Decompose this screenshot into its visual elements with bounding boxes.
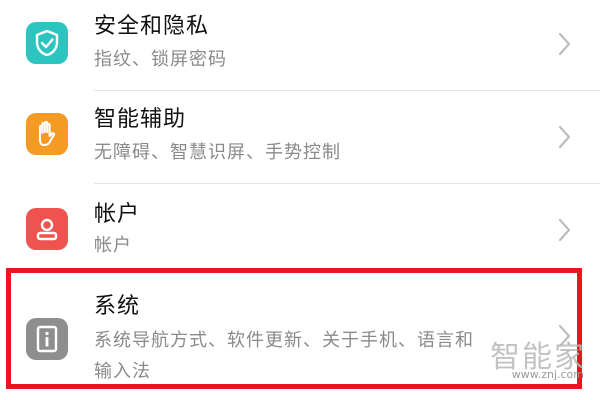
settings-item-title: 系统: [94, 294, 141, 319]
chevron-right-icon: [558, 125, 571, 149]
shield-check-icon: [26, 22, 68, 64]
settings-item-title: 智能辅助: [94, 107, 187, 132]
settings-item-account[interactable]: 帐户 帐户: [0, 184, 600, 266]
settings-item-subtitle: 系统导航方式、软件更新、关于手机、语言和: [94, 330, 474, 351]
settings-item-title: 安全和隐私: [94, 14, 210, 39]
settings-item-subtitle-continued: 输入法: [94, 361, 151, 382]
chevron-right-icon: [558, 32, 571, 56]
settings-item-subtitle: 无障碍、智慧识屏、手势控制: [94, 142, 341, 163]
settings-item-smart-assistance[interactable]: 智能辅助 无障碍、智慧识屏、手势控制: [0, 91, 600, 183]
chevron-right-icon: [558, 218, 571, 242]
settings-item-subtitle: 帐户: [94, 235, 132, 256]
system-info-icon: [26, 318, 68, 360]
settings-item-security-privacy[interactable]: 安全和隐私 指纹、锁屏密码: [0, 0, 600, 90]
settings-item-subtitle: 指纹、锁屏密码: [94, 49, 227, 70]
settings-screen: 安全和隐私 指纹、锁屏密码 智能辅助 无障碍、智慧识屏、手势控制 帐户 帐户 系…: [0, 0, 600, 400]
settings-item-system[interactable]: 系统 系统导航方式、软件更新、关于手机、语言和 输入法: [0, 272, 600, 390]
settings-item-title: 帐户: [94, 202, 141, 227]
account-icon: [26, 208, 68, 250]
hand-icon: [26, 113, 68, 155]
chevron-right-icon: [558, 324, 571, 348]
